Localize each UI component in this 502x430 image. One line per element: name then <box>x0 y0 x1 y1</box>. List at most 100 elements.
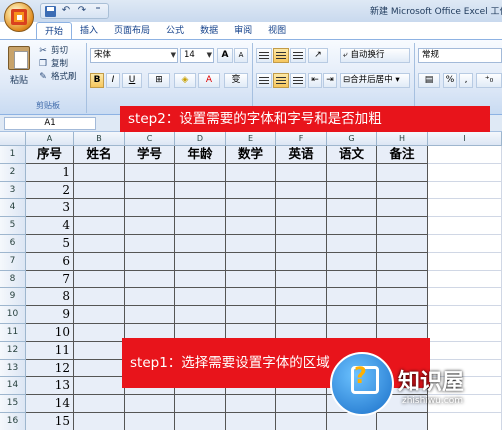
table-cell[interactable] <box>175 199 226 218</box>
table-cell[interactable] <box>125 288 175 307</box>
table-cell[interactable] <box>74 252 125 271</box>
table-cell[interactable] <box>276 235 327 253</box>
header-cell[interactable]: 备注 <box>377 146 428 164</box>
wrap-text-button[interactable]: ⤶ 自动换行 <box>340 48 410 63</box>
table-cell[interactable] <box>226 395 276 413</box>
table-cell[interactable] <box>327 270 377 289</box>
table-cell[interactable] <box>276 181 327 200</box>
font-name-select[interactable]: 宋体 ▼ <box>90 48 178 63</box>
header-cell[interactable]: 语文 <box>327 146 377 164</box>
table-cell[interactable] <box>327 217 377 235</box>
row-header[interactable]: 16 <box>0 413 26 430</box>
format-painter-button[interactable]: ✎ 格式刷 <box>38 71 76 84</box>
table-cell[interactable] <box>428 270 502 289</box>
table-cell[interactable] <box>428 288 502 307</box>
table-cell[interactable] <box>226 288 276 307</box>
row-header[interactable]: 11 <box>0 324 26 342</box>
table-cell[interactable] <box>226 163 276 182</box>
shrink-font-button[interactable]: A <box>234 48 248 63</box>
column-header-c[interactable]: C <box>125 132 175 146</box>
table-cell[interactable] <box>74 270 125 289</box>
table-cell[interactable] <box>175 395 226 413</box>
table-cell[interactable] <box>226 181 276 200</box>
table-cell[interactable] <box>74 395 125 413</box>
row-header[interactable]: 6 <box>0 235 26 253</box>
serial-cell[interactable]: 15 <box>26 413 74 430</box>
row-header[interactable]: 4 <box>0 199 26 218</box>
serial-cell[interactable]: 1 <box>26 163 74 182</box>
header-cell[interactable]: 序号 <box>26 146 74 164</box>
table-cell[interactable] <box>125 163 175 182</box>
font-color-button[interactable]: A <box>198 73 220 88</box>
table-cell[interactable] <box>74 324 125 342</box>
table-cell[interactable] <box>74 181 125 200</box>
header-cell[interactable]: 学号 <box>125 146 175 164</box>
cut-button[interactable]: ✂ 剪切 <box>38 45 77 58</box>
increase-indent-button[interactable]: ⇥ <box>323 73 337 88</box>
table-cell[interactable] <box>226 413 276 430</box>
serial-cell[interactable]: 7 <box>26 270 74 289</box>
table-cell[interactable] <box>74 288 125 307</box>
table-cell[interactable] <box>226 199 276 218</box>
serial-cell[interactable]: 2 <box>26 181 74 200</box>
row-header[interactable]: 1 <box>0 146 26 164</box>
table-cell[interactable] <box>428 199 502 218</box>
align-top-button[interactable] <box>256 48 272 63</box>
header-cell[interactable]: 年龄 <box>175 146 226 164</box>
row-header[interactable]: 12 <box>0 341 26 360</box>
table-cell[interactable] <box>428 324 502 342</box>
table-cell[interactable] <box>377 235 428 253</box>
serial-cell[interactable]: 11 <box>26 341 74 360</box>
header-cell[interactable]: 英语 <box>276 146 327 164</box>
table-cell[interactable] <box>125 199 175 218</box>
column-header-i[interactable]: I <box>428 132 502 146</box>
copy-button[interactable]: ❐ 复制 <box>38 58 77 71</box>
table-cell[interactable] <box>226 252 276 271</box>
currency-button[interactable]: ▤ <box>418 73 440 88</box>
serial-cell[interactable]: 14 <box>26 395 74 413</box>
table-cell[interactable] <box>276 217 327 235</box>
table-cell[interactable] <box>276 163 327 182</box>
table-cell[interactable] <box>377 252 428 271</box>
tab-review[interactable]: 审阅 <box>226 22 260 40</box>
table-cell[interactable] <box>125 252 175 271</box>
table-cell[interactable] <box>175 217 226 235</box>
table-cell[interactable] <box>125 413 175 430</box>
row-header[interactable]: 2 <box>0 163 26 182</box>
table-cell[interactable] <box>125 395 175 413</box>
paste-button[interactable]: 粘贴 <box>6 46 32 90</box>
italic-button[interactable]: I <box>106 73 120 88</box>
table-cell[interactable] <box>428 163 502 182</box>
header-cell[interactable]: 姓名 <box>74 146 125 164</box>
table-cell[interactable] <box>327 235 377 253</box>
row-header[interactable]: 15 <box>0 395 26 413</box>
table-cell[interactable] <box>175 252 226 271</box>
table-cell[interactable] <box>74 306 125 324</box>
table-cell[interactable] <box>377 270 428 289</box>
grow-font-button[interactable]: A <box>217 48 233 63</box>
table-cell[interactable] <box>428 146 502 164</box>
table-cell[interactable] <box>428 217 502 235</box>
office-button[interactable] <box>4 2 34 32</box>
column-header-h[interactable]: H <box>377 132 428 146</box>
table-cell[interactable] <box>175 181 226 200</box>
table-cell[interactable] <box>175 235 226 253</box>
table-cell[interactable] <box>327 252 377 271</box>
table-cell[interactable] <box>377 217 428 235</box>
underline-button[interactable]: U <box>122 73 142 88</box>
serial-cell[interactable]: 3 <box>26 199 74 218</box>
comma-button[interactable]: , <box>459 73 473 88</box>
serial-cell[interactable]: 12 <box>26 359 74 378</box>
table-cell[interactable] <box>175 306 226 324</box>
column-header-g[interactable]: G <box>327 132 377 146</box>
serial-cell[interactable]: 6 <box>26 252 74 271</box>
row-header[interactable]: 14 <box>0 377 26 396</box>
column-header-d[interactable]: D <box>175 132 226 146</box>
serial-cell[interactable]: 8 <box>26 288 74 307</box>
orientation-button[interactable]: ↗ <box>308 48 328 63</box>
serial-cell[interactable]: 10 <box>26 324 74 342</box>
table-cell[interactable] <box>74 199 125 218</box>
tab-home[interactable]: 开始 <box>36 22 73 40</box>
align-left-button[interactable] <box>256 73 272 88</box>
table-cell[interactable] <box>74 341 125 360</box>
